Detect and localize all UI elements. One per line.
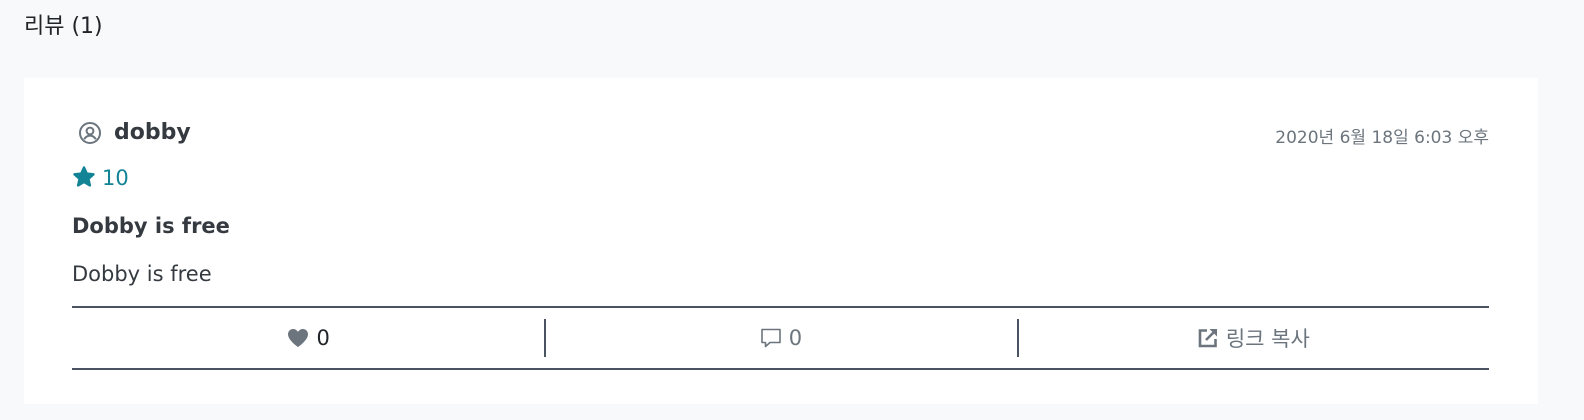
star-badge-icon <box>72 166 96 190</box>
external-link-icon <box>1196 326 1220 350</box>
copy-link-label: 링크 복사 <box>1225 327 1310 351</box>
review-rating: 10 <box>72 166 129 190</box>
review-card-inner: dobby 2020년 6월 18일 6:03 오후 10 Dobby is f… <box>72 78 1489 404</box>
rating-value: 10 <box>102 166 129 190</box>
heart-icon <box>286 326 310 350</box>
like-count: 0 <box>316 326 330 350</box>
review-card: dobby 2020년 6월 18일 6:03 오후 10 Dobby is f… <box>24 78 1538 404</box>
review-title: Dobby is free <box>72 214 230 238</box>
copy-link-button[interactable]: 링크 복사 <box>1016 308 1489 368</box>
comment-button[interactable]: 0 <box>544 308 1016 368</box>
section-title: 리뷰 (1) <box>24 14 103 39</box>
review-date: 2020년 6월 18일 6:03 오후 <box>1275 128 1489 148</box>
review-username[interactable]: dobby <box>114 120 191 145</box>
like-button[interactable]: 0 <box>72 308 544 368</box>
review-author: dobby <box>78 120 191 145</box>
user-circle-icon <box>78 121 102 145</box>
review-actions: 0 0 링크 복사 <box>72 306 1489 370</box>
review-body: Dobby is free <box>72 262 212 286</box>
comment-count: 0 <box>788 326 803 350</box>
review-header: dobby 2020년 6월 18일 6:03 오후 <box>72 118 1489 150</box>
comment-icon <box>759 326 783 350</box>
